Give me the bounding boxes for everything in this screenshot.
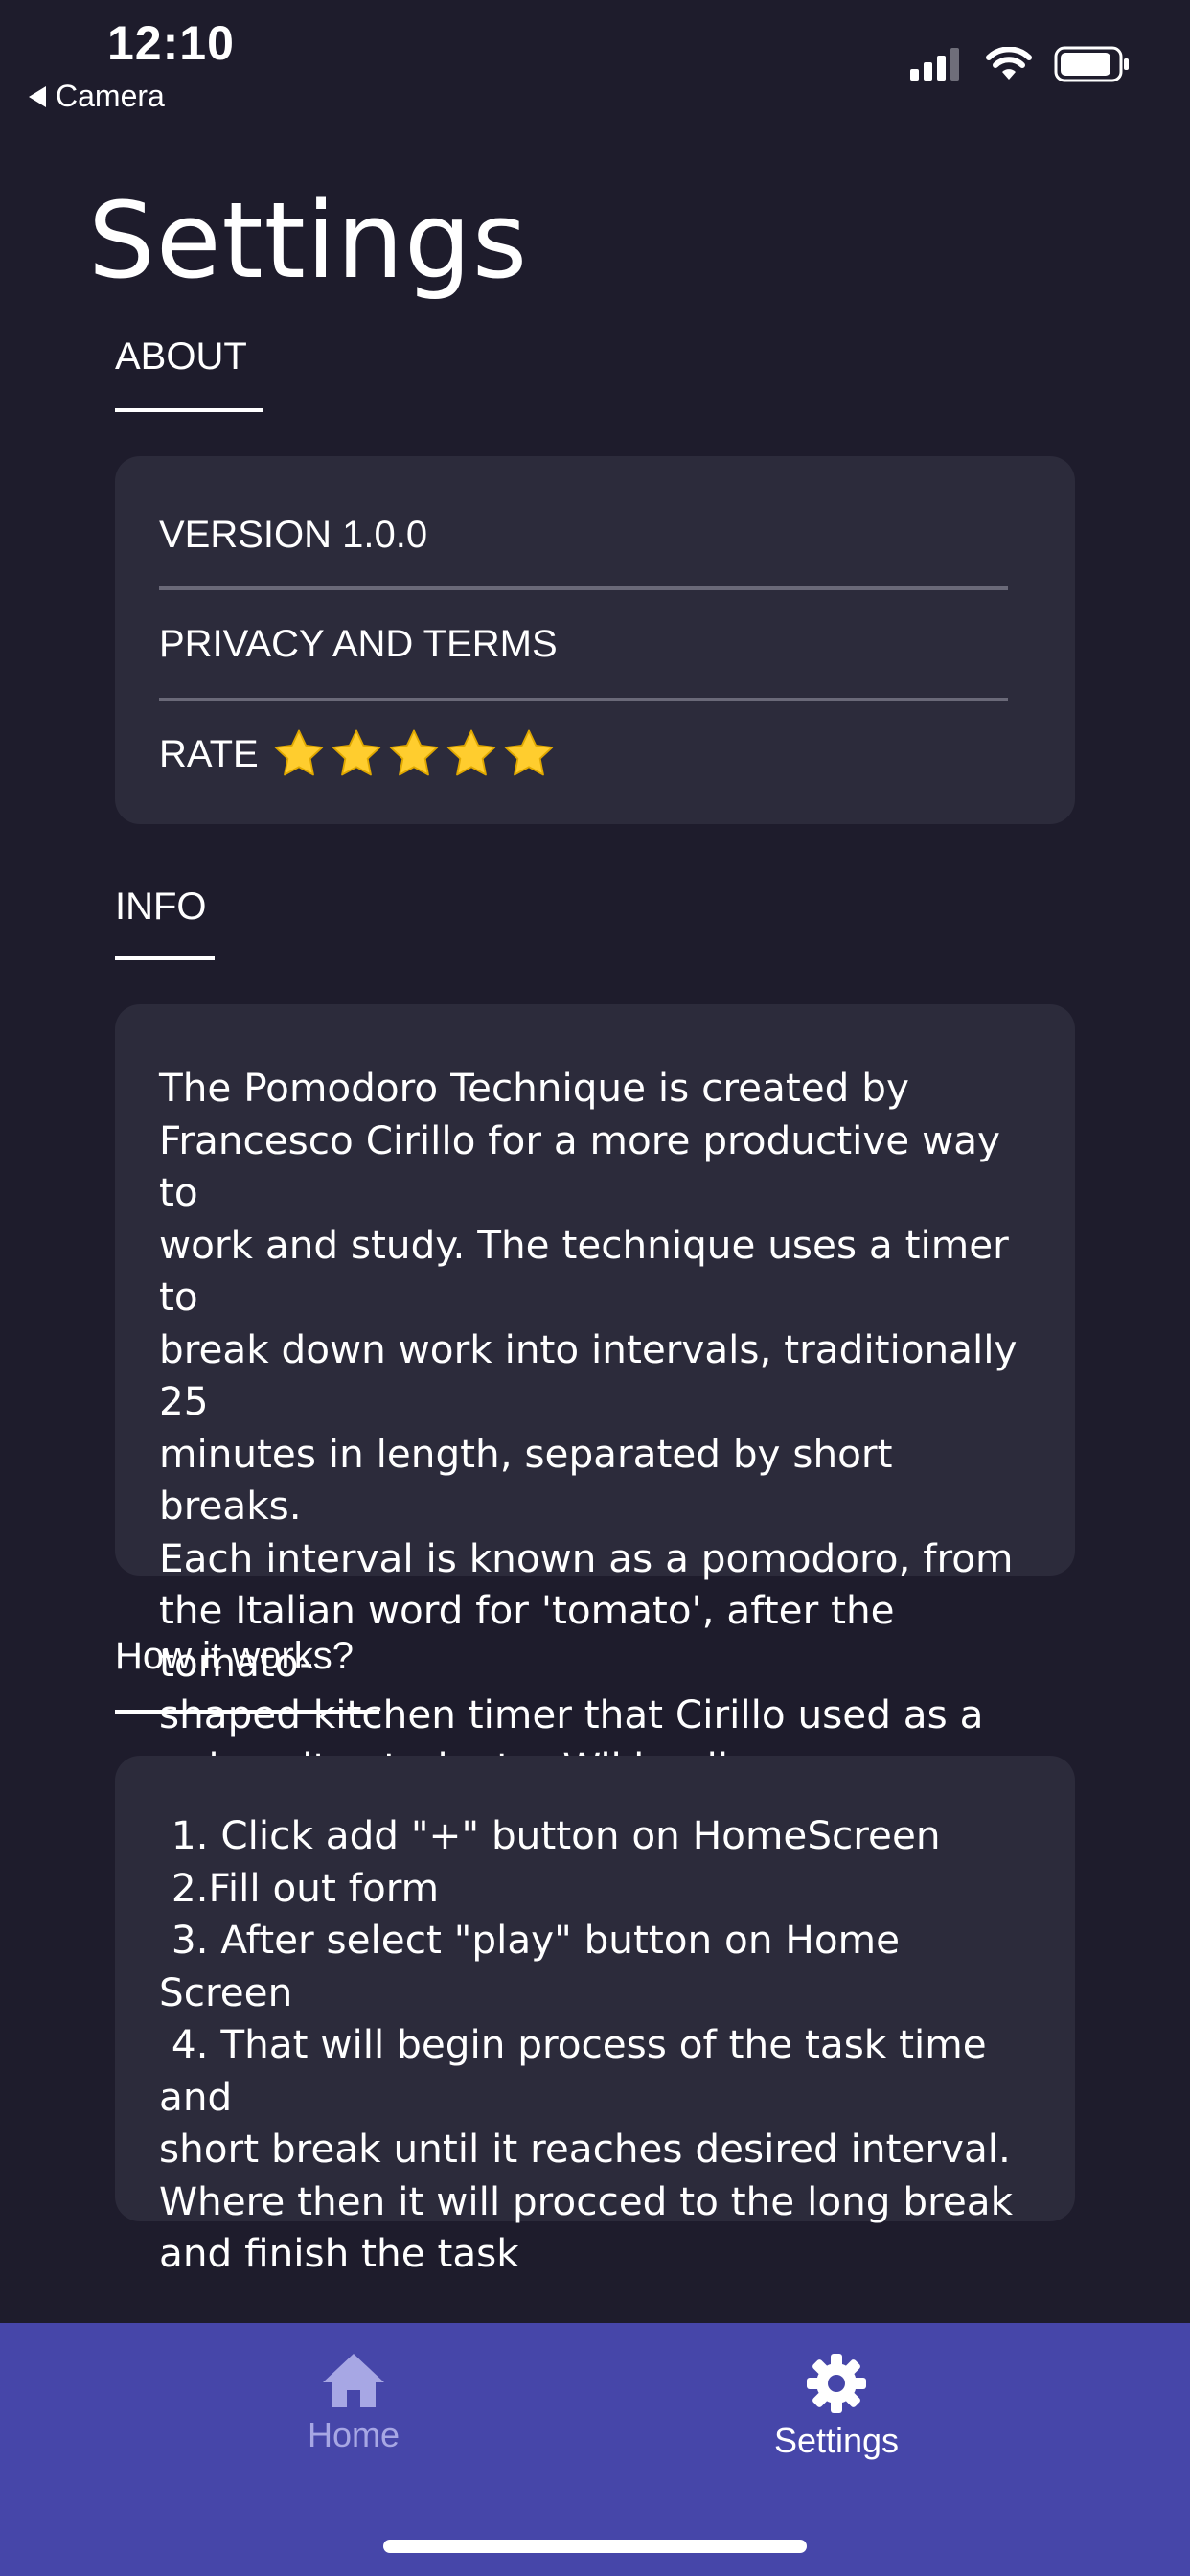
info-section-header: INFO <box>115 886 207 928</box>
battery-icon <box>1054 46 1129 82</box>
status-time: 12:10 <box>107 16 235 70</box>
rating-stars <box>272 728 556 780</box>
privacy-terms-label: PRIVACY AND TERMS <box>159 623 558 665</box>
version-label: VERSION 1.0.0 <box>159 514 428 556</box>
star-icon[interactable] <box>387 728 441 780</box>
wifi-icon <box>986 47 1032 80</box>
info-card: The Pomodoro Technique is created by Fra… <box>115 1004 1075 1790</box>
rate-label: RATE <box>159 732 259 775</box>
gear-icon <box>807 2354 866 2413</box>
about-section-header: ABOUT <box>115 335 247 378</box>
version-row: VERSION 1.0.0 <box>159 514 427 557</box>
how-it-works-card: 1. Click add "+" button on HomeScreen 2.… <box>115 1756 1075 2276</box>
about-header-underline <box>115 408 263 412</box>
row-divider <box>159 698 1008 702</box>
star-icon[interactable] <box>272 728 326 780</box>
privacy-terms-row[interactable]: PRIVACY AND TERMS <box>159 623 558 666</box>
how-it-works-text: 1. Click add "+" button on HomeScreen 2.… <box>159 1812 1014 2276</box>
rate-row[interactable]: RATE <box>159 728 556 780</box>
home-indicator <box>383 2540 807 2553</box>
tab-settings-label: Settings <box>773 2421 900 2460</box>
how-header-underline <box>115 1710 379 1714</box>
tab-home-label: Home <box>307 2415 400 2454</box>
about-card: VERSION 1.0.0 PRIVACY AND TERMS RATE <box>115 456 1075 824</box>
status-icons <box>910 46 1131 82</box>
cellular-signal-icon <box>910 48 959 80</box>
back-arrow-icon <box>29 85 46 107</box>
info-text: The Pomodoro Technique is created by Fra… <box>159 1065 1018 1790</box>
status-bar: 12:10 Camera <box>0 0 1190 125</box>
back-to-camera-link[interactable]: Camera <box>29 79 165 114</box>
back-link-label: Camera <box>56 79 165 113</box>
how-it-works-section-header: How it works? <box>115 1635 354 1677</box>
star-icon[interactable] <box>502 728 556 780</box>
star-icon[interactable] <box>330 728 383 780</box>
tab-home[interactable]: Home <box>210 2352 497 2455</box>
page-title: Settings <box>88 179 529 302</box>
row-divider <box>159 586 1008 590</box>
star-icon[interactable] <box>445 728 498 780</box>
tab-bar: Home Settings <box>0 2323 1190 2576</box>
home-icon <box>323 2354 384 2407</box>
info-header-underline <box>115 956 215 960</box>
tab-settings[interactable]: Settings <box>693 2352 980 2461</box>
